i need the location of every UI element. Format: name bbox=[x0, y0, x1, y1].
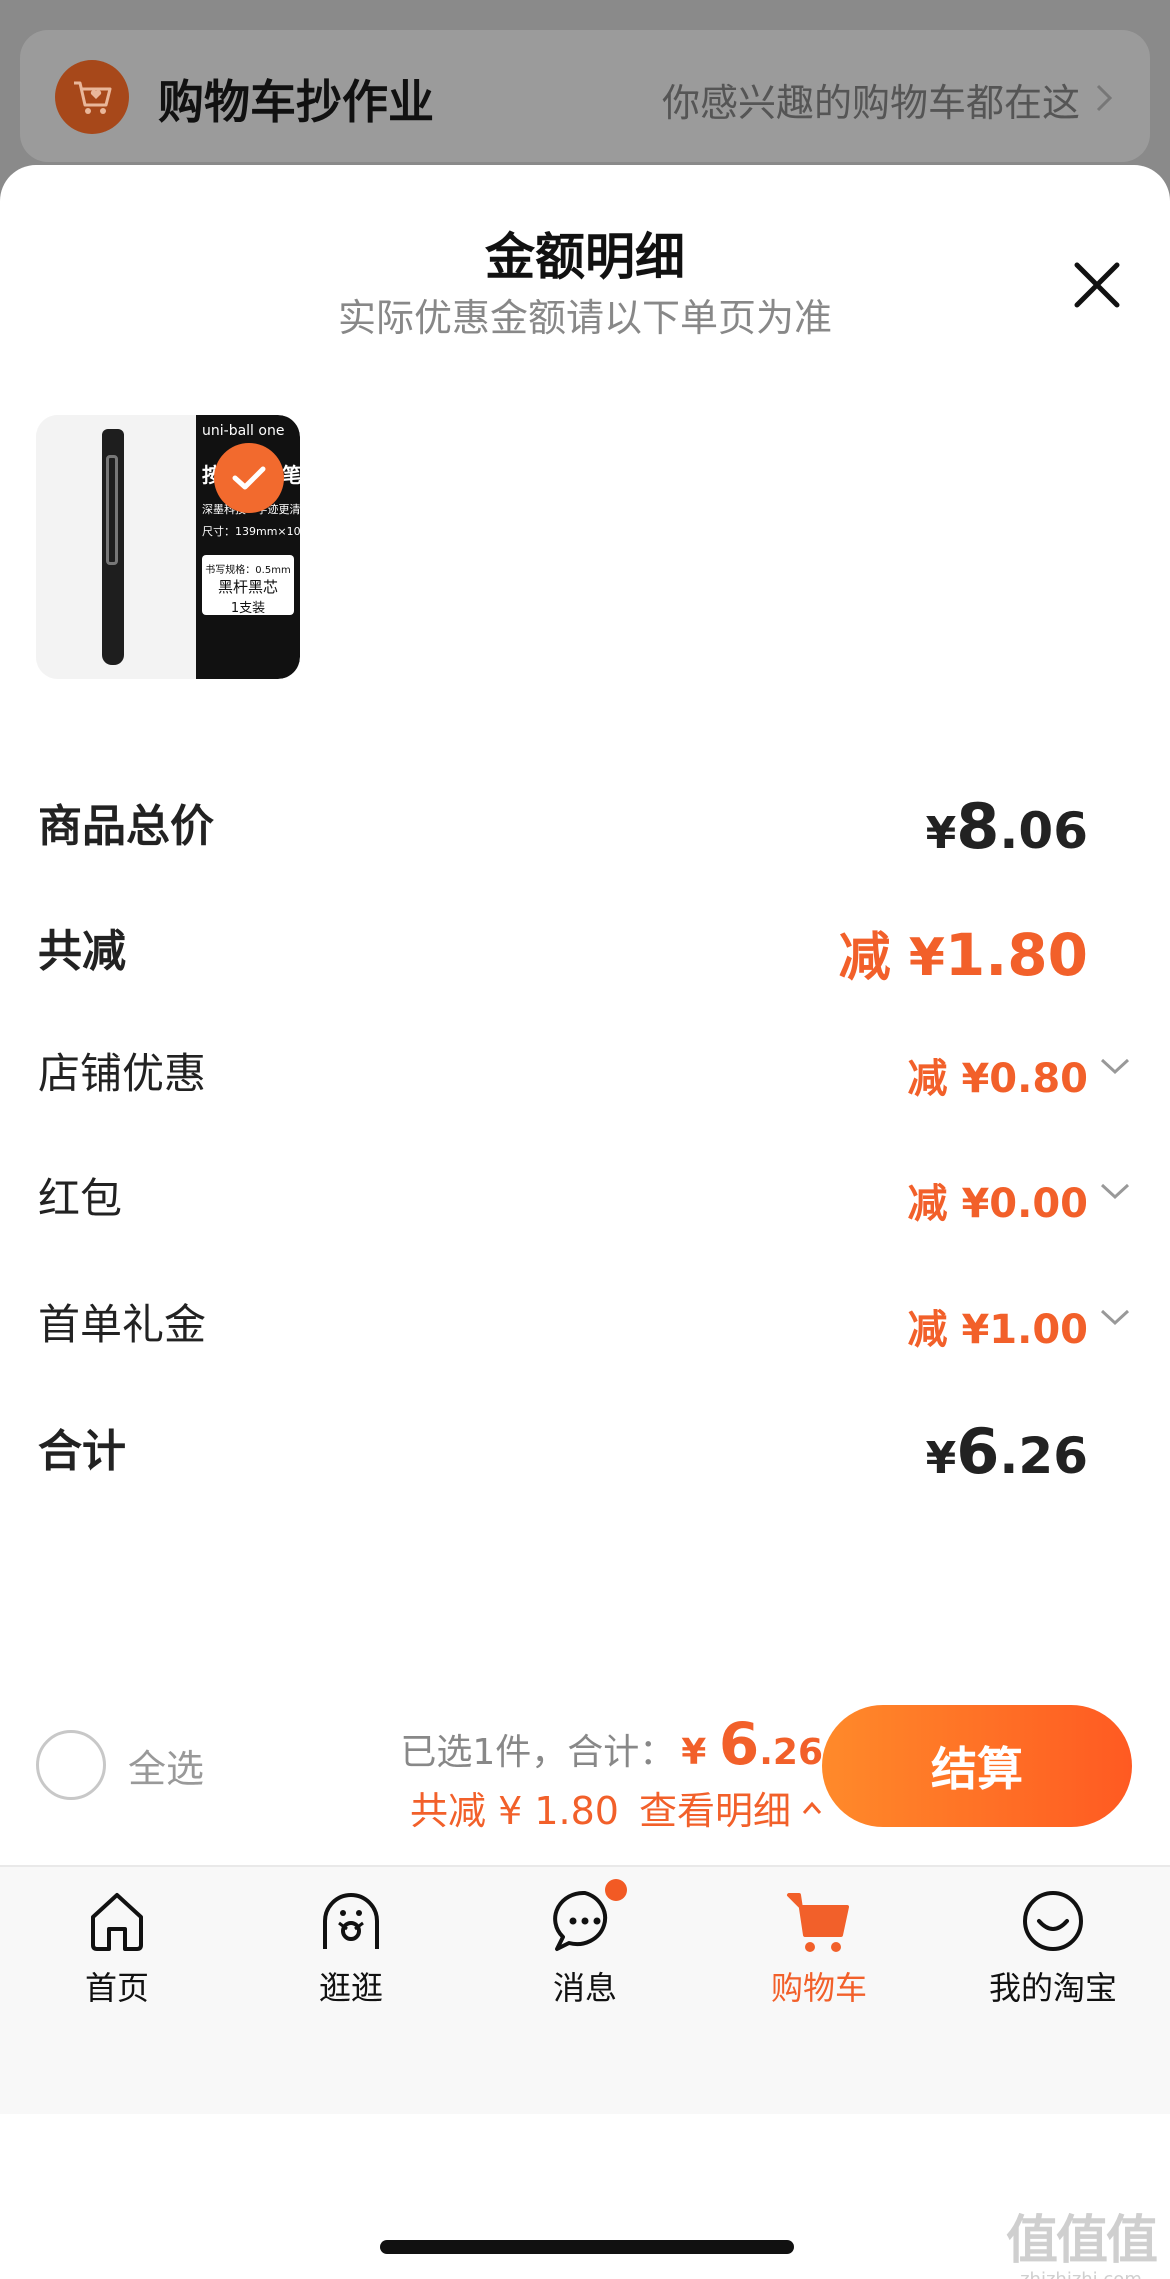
banner-subtitle: 你感兴趣的购物车都在这 bbox=[661, 81, 1080, 125]
goods-total-label: 商品总价 bbox=[38, 801, 214, 852]
reduce-prefix: 减 ¥ bbox=[838, 928, 945, 988]
watermark-url: zhizhizhi.com bbox=[1006, 2269, 1156, 2279]
tab-home[interactable]: 首页 bbox=[0, 1867, 234, 2017]
pack-brand: uni-ball one bbox=[202, 423, 285, 439]
tab-messages[interactable]: 消息 bbox=[468, 1867, 702, 2017]
home-indicator bbox=[380, 2240, 794, 2254]
total-reduce-value: 减 ¥1.80 bbox=[839, 915, 1088, 990]
footer-total: ¥ 6.26 bbox=[681, 1710, 823, 1778]
home-icon bbox=[91, 1893, 143, 1951]
pack-color: 黑杆黑芯 bbox=[217, 578, 278, 596]
tab-home-label: 首页 bbox=[84, 1969, 149, 2007]
shop-discount-value: 减 ¥0.80 bbox=[907, 1056, 1088, 1102]
tab-cart-label: 购物车 bbox=[770, 1969, 867, 2007]
unread-badge bbox=[605, 1879, 627, 1901]
grand-total-dec: .26 bbox=[999, 1427, 1088, 1485]
chevron-right-icon bbox=[1096, 84, 1113, 112]
grand-total-row: 合计 ¥6.26 bbox=[38, 1415, 1170, 1495]
sheet-subtitle: 实际优惠金额请以下单页为准 bbox=[337, 296, 832, 340]
selected-count-text: 已选1件，合计： bbox=[400, 1732, 676, 1773]
grand-total-int: 6 bbox=[956, 1415, 1000, 1488]
shop-discount-label: 店铺优惠 bbox=[38, 1049, 207, 1098]
goods-total-row: 商品总价 ¥8.06 bbox=[38, 790, 1170, 870]
pen-image bbox=[36, 415, 196, 679]
red-packet-value: 减 ¥0.00 bbox=[907, 1181, 1088, 1227]
view-detail-link[interactable]: 共减 ¥ 1.80 查看明细 bbox=[410, 1780, 823, 1835]
first-order-gift-row[interactable]: 首单礼金 减 ¥1.00 bbox=[38, 1291, 1170, 1371]
selected-summary: 已选1件，合计： ¥ 6.26 bbox=[400, 1710, 823, 1778]
first-order-gift-label: 首单礼金 bbox=[38, 1300, 207, 1349]
grand-total-label: 合计 bbox=[38, 1426, 126, 1477]
pack-qty: 1支装 bbox=[230, 601, 266, 616]
select-all-toggle[interactable]: 全选 bbox=[36, 1730, 204, 1800]
product-selected-check-icon[interactable] bbox=[214, 443, 284, 513]
product-thumbnail[interactable]: uni-ball one 按动中性笔 深墨科技 · 字迹更清晰 尺寸：139mm… bbox=[36, 415, 300, 679]
bottom-tab-bar: 首页 逛逛 消息 购物车 我的淘宝 bbox=[0, 1865, 1170, 2114]
pack-size: 尺寸：139mm×10.5mm bbox=[202, 525, 300, 538]
pack-spec: 书写规格：0.5mm bbox=[205, 565, 291, 576]
footer-total-int: 6 bbox=[718, 1710, 760, 1778]
goods-total-int: 8 bbox=[956, 790, 1000, 863]
select-all-label: 全选 bbox=[128, 1746, 205, 1791]
footer-total-dec: .26 bbox=[759, 1732, 823, 1773]
message-icon bbox=[549, 1879, 627, 1957]
watermark-glyphs: 值值值 bbox=[1005, 2211, 1158, 2271]
checkout-button[interactable]: 结算 bbox=[822, 1705, 1132, 1827]
total-reduce-label: 共减 bbox=[38, 926, 126, 977]
tab-my-taobao[interactable]: 我的淘宝 bbox=[936, 1867, 1170, 2017]
footer-reduce-text: 共减 ¥ 1.80 bbox=[410, 1789, 619, 1833]
browse-icon bbox=[323, 1893, 379, 1949]
tab-browse[interactable]: 逛逛 bbox=[234, 1867, 468, 2017]
red-packet-label: 红包 bbox=[38, 1174, 123, 1223]
goods-total-dec: .06 bbox=[999, 802, 1088, 860]
tab-my-taobao-label: 我的淘宝 bbox=[988, 1969, 1117, 2007]
chevron-up-icon bbox=[802, 1801, 822, 1814]
select-all-radio[interactable] bbox=[36, 1730, 106, 1800]
cart-icon bbox=[787, 1893, 849, 1952]
shop-discount-row[interactable]: 店铺优惠 减 ¥0.80 bbox=[38, 1040, 1170, 1120]
cart-heart-icon bbox=[55, 60, 129, 134]
sheet-title: 金额明细 bbox=[485, 228, 685, 286]
total-reduce-row: 共减 减 ¥1.80 bbox=[38, 915, 1170, 995]
grand-total-value: ¥6.26 bbox=[926, 1415, 1088, 1488]
watermark-logo: 值值值 zhizhizhi.com bbox=[1005, 2198, 1158, 2279]
currency-symbol: ¥ bbox=[681, 1732, 707, 1773]
chevron-down-icon[interactable] bbox=[1098, 1305, 1132, 1329]
goods-total-value: ¥8.06 bbox=[926, 790, 1088, 863]
currency-symbol: ¥ bbox=[925, 1433, 957, 1484]
close-icon[interactable] bbox=[1069, 257, 1125, 313]
cart-homework-banner: 购物车抄作业 你感兴趣的购物车都在这 bbox=[20, 30, 1150, 162]
tab-messages-label: 消息 bbox=[552, 1969, 617, 2007]
chevron-down-icon[interactable] bbox=[1098, 1054, 1132, 1078]
tab-cart[interactable]: 购物车 bbox=[702, 1867, 936, 2017]
banner-title: 购物车抄作业 bbox=[158, 75, 434, 129]
currency-symbol: ¥ bbox=[925, 808, 957, 859]
first-order-gift-value: 减 ¥1.00 bbox=[907, 1307, 1088, 1353]
chevron-down-icon[interactable] bbox=[1098, 1179, 1132, 1203]
red-packet-row[interactable]: 红包 减 ¥0.00 bbox=[38, 1165, 1170, 1245]
reduce-amount: 1.80 bbox=[944, 921, 1088, 989]
profile-icon bbox=[1023, 1891, 1083, 1951]
pack-spec-box: 书写规格：0.5mm 黑杆黑芯 1支装 bbox=[202, 555, 294, 616]
tab-browse-label: 逛逛 bbox=[318, 1969, 383, 2007]
view-detail-label: 查看明细 bbox=[638, 1789, 791, 1833]
